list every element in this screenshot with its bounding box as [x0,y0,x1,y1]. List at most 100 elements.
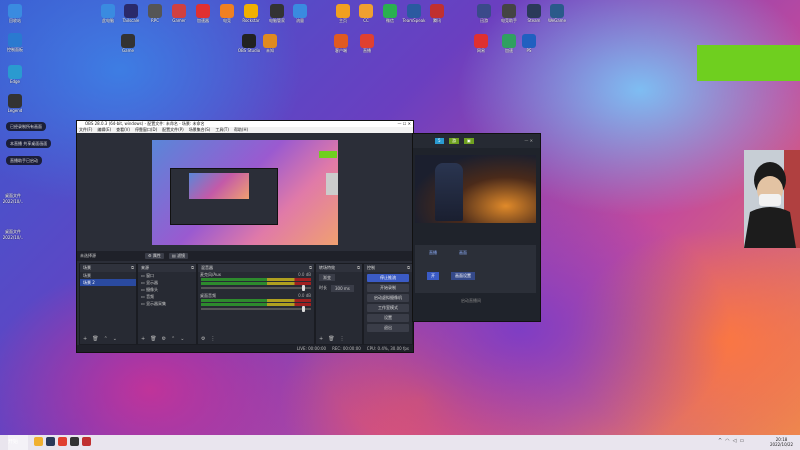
desktop-icon[interactable]: 控制面板 [0,33,30,52]
settings-button[interactable]: 设置 [367,314,409,322]
trash-icon[interactable]: 🗑 [150,336,156,342]
window-controls[interactable]: — ✕ [521,138,536,144]
obs-icon[interactable] [70,437,79,446]
notification[interactable]: 本直播 共享桌面画面 [6,139,52,148]
status-bar: LIVE: 00:00:00 REC: 00:00:00 CPU: 0.4%, … [77,345,413,352]
tag-badge[interactable]: 游 [449,138,459,144]
gear-icon[interactable]: ⚙ [162,336,166,342]
dock-menu-icon[interactable]: ⧉ [131,264,134,272]
desktop-icon[interactable]: 直播 [352,34,382,53]
filters-button[interactable]: ▤ 滤镜 [169,253,189,259]
desktop-icon[interactable]: Legend [0,94,30,113]
desktop-icon-label: 回收站 [9,18,21,23]
trash-icon[interactable]: 🗑 [92,336,98,342]
desktop-icon[interactable]: PS [514,34,544,53]
desktop-label[interactable]: 桌面文件 [2,229,24,234]
chevron-down-icon[interactable]: ⌄ [180,336,184,342]
menu-help[interactable]: 帮助(H) [234,127,248,133]
desktop-icon[interactable]: 回收站 [0,4,30,23]
menu-tools[interactable]: 工具(T) [215,127,229,133]
clock[interactable]: 20:18 2022/10/22 [770,437,793,447]
scene-settings-button[interactable]: 画面设置 [451,272,475,280]
taskbar-apps [34,437,91,446]
desktop-icon[interactable]: WeGame [542,4,572,23]
menu-docks[interactable]: 停靠窗口(D) [135,127,157,133]
desktop-icon[interactable]: Edge [0,65,30,84]
obs-titlebar[interactable]: OBS 28.0.3 (64-bit, windows) - 配置文件: 未命名… [77,121,413,127]
trash-icon[interactable]: 🗑 [328,336,334,342]
add-icon[interactable]: + [83,336,87,342]
dock-menu-icon[interactable]: ⧉ [357,264,360,272]
add-icon[interactable]: + [141,336,145,342]
chevron-up-icon[interactable]: ⌃ [104,336,108,342]
obs-window[interactable]: OBS 28.0.3 (64-bit, windows) - 配置文件: 未命名… [76,120,414,353]
desktop-icon[interactable]: Game [113,34,143,53]
source-item[interactable]: ▭ 窗口 [138,272,196,279]
volume-icon[interactable]: ◁ [733,438,737,444]
cc-icon [359,4,373,18]
source-item[interactable]: ▭ 摄像头 [138,286,196,293]
chevron-up-icon[interactable]: ⌃ [171,336,175,342]
tencent-icon [430,4,444,18]
properties-button[interactable]: ⚙ 属性 [145,253,164,259]
duration-input[interactable]: 300 ms [331,285,354,292]
start-recording-button[interactable]: 开始录制 [367,284,409,292]
mixer-channel-label: 桌面音频 0.0 dB [200,293,311,298]
desktop-label[interactable]: 桌面文件 [2,193,24,198]
chevron-down-icon[interactable]: ⌄ [113,336,117,342]
dock-menu-icon[interactable]: ⧉ [407,264,410,272]
exit-button[interactable]: 退出 [367,324,409,332]
sources-title: 来源 [141,265,149,270]
add-icon[interactable]: + [319,336,323,342]
dock-menu-icon[interactable]: ⧉ [191,264,194,272]
live-status: LIVE: 00:00:00 [296,346,327,351]
desktop-icon-label: PS [526,48,532,53]
gear-icon[interactable]: ⚙ [201,336,205,342]
menu-edit[interactable]: 编辑(E) [97,127,111,133]
stop-streaming-button[interactable]: 停止推流 [367,274,409,282]
streaming-app-window[interactable]: 5 游 ▣ — ✕ 直播 画面 开 画面设置 启动直播间 [412,133,541,322]
chrome-icon[interactable] [58,437,67,446]
tag-badge[interactable]: 5 [435,138,444,144]
obs-preview[interactable] [152,140,338,245]
source-item[interactable]: ▭ 显示器采集 [138,300,196,307]
more-icon[interactable]: ⋮ [210,336,215,342]
desktop-icon[interactable]: 未知 [255,34,285,53]
volume-slider[interactable] [201,285,311,291]
scene-item[interactable]: 场景 [80,272,136,279]
game-icon[interactable] [82,437,91,446]
menu-scene-collection[interactable]: 场景集合(S) [189,127,211,133]
battery-icon[interactable]: ▭ [739,438,744,444]
source-item[interactable]: ▭ 显示器 [138,279,196,286]
virtual-camera-button[interactable]: 启动虚拟摄像机 [367,294,409,302]
folder-icon[interactable] [34,437,43,446]
tag-badge[interactable]: ▣ [464,138,474,144]
tab-scene[interactable]: 画面 [459,250,467,256]
scene-item[interactable]: 场景 2 [80,279,136,286]
start-button[interactable]: 开始 [8,435,28,450]
steam-icon[interactable] [46,437,55,446]
tab-live[interactable]: 直播 [429,250,437,256]
source-item[interactable]: ▭ 音频 [138,293,196,300]
more-icon[interactable]: ⋮ [340,336,345,342]
start-button[interactable]: 开 [427,272,439,280]
home-icon [336,4,350,18]
studio-mode-button[interactable]: 工作室模式 [367,304,409,312]
menu-view[interactable]: 查看(V) [116,127,130,133]
desktop-icon[interactable]: 流量 [285,4,315,23]
dock-menu-icon[interactable]: ⧉ [309,264,312,272]
menu-file[interactable]: 文件(F) [79,127,92,133]
transition-select[interactable]: 渐变 [319,274,335,281]
live-icon [360,34,374,48]
menu-profile[interactable]: 配置文件(P) [162,127,184,133]
desktop-icon[interactable]: 腾讯 [422,4,452,23]
notification[interactable]: 已经录制所有画面 [6,122,46,131]
window-controls[interactable]: — ☐ ✕ [398,121,411,127]
system-tray: ^ ◠ ◁ ▭ [718,438,744,444]
wifi-icon[interactable]: ◠ [725,438,729,444]
control-panel-icon [8,33,22,47]
volume-slider[interactable] [201,306,311,312]
notification[interactable]: 直播助手已启动 [6,156,42,165]
desktop-icon[interactable]: 网易 [466,34,496,53]
chevron-up-icon[interactable]: ^ [718,438,722,444]
